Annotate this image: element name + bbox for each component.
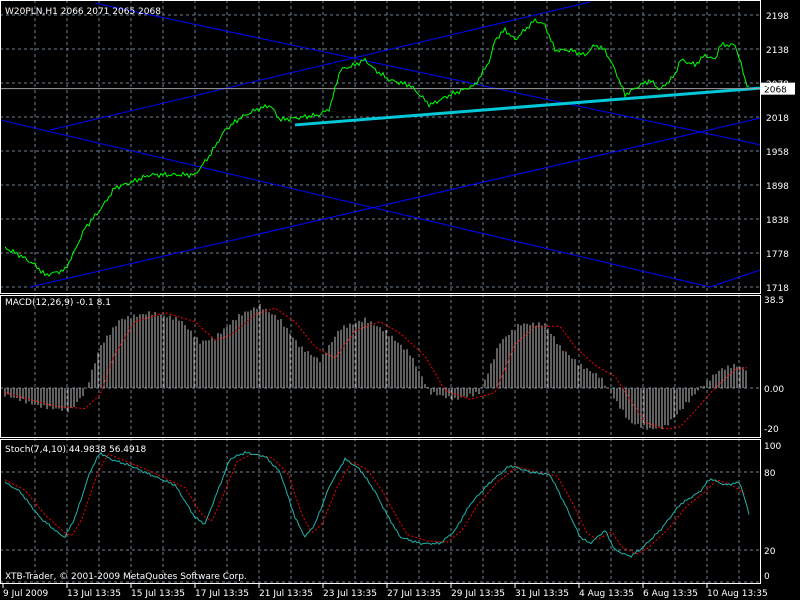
stoch-signal-line — [4, 453, 746, 555]
stoch-pane-frame — [0, 439, 761, 584]
trading-chart[interactable]: 2068 2198 2138 2078 2018 1958 1898 1838 1778 171… — [0, 0, 800, 600]
time-tick-label: 15 Jul 13:35 — [131, 589, 185, 599]
price-pane[interactable]: 2068 — [0, 1, 795, 288]
stoch-main-line — [4, 450, 750, 558]
price-tick-label: 1838 — [766, 216, 789, 226]
stoch-tick-label: 80 — [764, 469, 776, 479]
macd-tick-label: 38.5 — [764, 296, 784, 306]
price-tick-label: 1718 — [766, 284, 789, 294]
time-tick-label: 10 Aug 13:35 — [707, 589, 768, 599]
macd-pane[interactable] — [4, 303, 748, 430]
stochastic-pane[interactable] — [4, 450, 750, 558]
macd-pane-title: MACD(12,26,9) -0.1 8.1 — [5, 298, 111, 308]
pane-frames — [0, 0, 761, 584]
axes: 2198 2138 2078 2018 1958 1898 1838 1778 1718 38.5… — [2, 12, 789, 599]
price-tick-label: 1898 — [766, 182, 789, 192]
time-tick-label: 17 Jul 13:35 — [195, 589, 249, 599]
stoch-tick-label: 0 — [764, 572, 770, 582]
grid — [0, 0, 760, 583]
time-tick-label: 13 Jul 13:35 — [67, 589, 121, 599]
time-tick-label: 31 Jul 13:35 — [515, 589, 569, 599]
stoch-tick-label: 100 — [764, 442, 781, 452]
time-tick-label: 23 Jul 13:35 — [323, 589, 377, 599]
time-tick-label: 6 Aug 13:35 — [643, 589, 698, 599]
stoch-pane-title: Stoch(7,4,10) 44.9838 56.4918 — [5, 445, 146, 455]
macd-tick-label: 0.00 — [764, 385, 784, 395]
price-pane-title: W20PLN,H1 2066 2071 2065 2068 — [5, 7, 161, 17]
trendline-channel-c[interactable] — [709, 269, 761, 288]
price-tick-label: 2078 — [766, 80, 789, 90]
copyright-text: XTB-Trader, © 2001-2009 MetaQuotes Softw… — [5, 572, 247, 582]
time-tick-label: 29 Jul 13:35 — [451, 589, 505, 599]
price-tick-label: 2198 — [766, 12, 789, 22]
price-tick-label: 2138 — [766, 46, 789, 56]
price-tick-label: 2018 — [766, 114, 789, 124]
price-tick-label: 1778 — [766, 250, 789, 260]
trendline-support[interactable] — [294, 86, 761, 127]
stoch-tick-label: 20 — [764, 547, 776, 557]
time-tick-label: 4 Aug 13:35 — [579, 589, 634, 599]
price-tick-label: 1958 — [766, 148, 789, 158]
time-tick-label: 9 Jul 2009 — [3, 589, 48, 599]
time-tick-label: 21 Jul 13:35 — [259, 589, 313, 599]
trendline-channel-e[interactable] — [29, 117, 761, 288]
time-tick-label: 27 Jul 13:35 — [387, 589, 441, 599]
macd-tick-label: -20 — [764, 425, 779, 435]
